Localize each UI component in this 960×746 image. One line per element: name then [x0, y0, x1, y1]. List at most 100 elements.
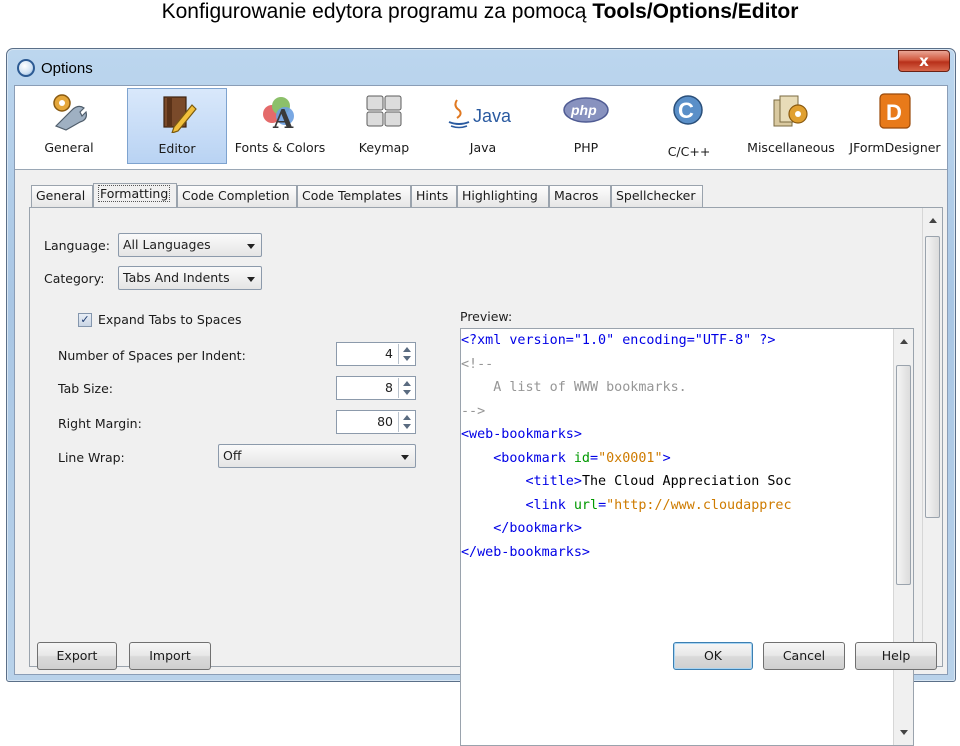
category-miscellaneous[interactable]: Miscellaneous [739, 88, 843, 164]
spinner-buttons[interactable] [398, 378, 414, 398]
category-fonts-colors[interactable]: A Fonts & Colors [229, 88, 331, 164]
miscellaneous-icon [773, 95, 808, 127]
import-button[interactable]: Import [129, 642, 211, 670]
tab-spellchecker[interactable]: Spellchecker [611, 185, 703, 207]
category-keymap[interactable]: Keymap [339, 88, 429, 164]
code-token: </web-bookmarks> [461, 544, 590, 560]
preview-label: Preview: [460, 309, 513, 324]
code-token: = [598, 497, 607, 513]
code-token: "0x0001" [598, 450, 663, 466]
right-margin-spinner[interactable]: 80 [336, 410, 416, 434]
formatting-panel: Language: All Languages Category: Tabs A… [29, 207, 943, 746]
java-logo-text: Java [473, 106, 512, 126]
category-editor[interactable]: Editor [127, 88, 227, 164]
expand-tabs-checkbox[interactable]: ✓ [78, 313, 92, 327]
export-button[interactable]: Export [37, 642, 117, 670]
tab-highlighting[interactable]: Highlighting [457, 185, 549, 207]
close-button[interactable]: x [898, 50, 950, 72]
spaces-per-indent-value: 4 [385, 346, 393, 361]
code-line: <bookmark id="0x0001"> [461, 447, 792, 471]
line-wrap-select[interactable]: Off [218, 444, 416, 468]
category-toolbar: General Editor A Fonts & Colors Keymap J… [15, 86, 947, 170]
category-select-value: Tabs And Indents [123, 270, 230, 285]
category-label: General [44, 140, 94, 155]
spinner-down-icon[interactable] [403, 356, 411, 361]
tab-formatting[interactable]: Formatting [93, 183, 177, 208]
code-token: --> [461, 403, 486, 419]
preview-code: <?xml version="1.0" encoding="UTF-8" ?> <… [461, 329, 792, 564]
help-button[interactable]: Help [855, 642, 937, 670]
spinner-up-icon[interactable] [403, 415, 411, 420]
code-line: <?xml version="1.0" encoding="UTF-8" ?> [461, 329, 792, 353]
spaces-per-indent-spinner[interactable]: 4 [336, 342, 416, 366]
svg-text:C: C [678, 98, 694, 123]
category-cpp[interactable]: C C/C++ [643, 88, 735, 164]
options-window-icon [17, 59, 35, 77]
options-window: Options x General Editor A Fonts & Color… [6, 48, 956, 746]
line-wrap-select-value: Off [223, 448, 242, 463]
spinner-buttons[interactable] [398, 412, 414, 432]
scroll-up-icon[interactable] [900, 339, 908, 344]
category-label: Fonts & Colors [234, 140, 326, 155]
preview-pane[interactable]: <?xml version="1.0" encoding="UTF-8" ?> <… [460, 328, 914, 746]
ok-button[interactable]: OK [673, 642, 753, 670]
tab-code-completion[interactable]: Code Completion [177, 185, 297, 207]
right-margin-value: 80 [377, 414, 393, 429]
spinner-down-icon[interactable] [403, 390, 411, 395]
category-label: Keymap [358, 140, 410, 155]
code-token: <web-bookmarks> [461, 427, 582, 442]
spinner-down-icon[interactable] [403, 424, 411, 429]
scroll-down-icon[interactable] [900, 730, 908, 735]
spinner-up-icon[interactable] [403, 381, 411, 386]
category-label: Miscellaneous [747, 140, 835, 155]
category-general[interactable]: General [21, 88, 117, 164]
code-line: </bookmark> [461, 517, 792, 541]
cancel-button[interactable]: Cancel [763, 642, 845, 670]
preview-scrollbar[interactable] [893, 329, 913, 745]
spaces-per-indent-label: Number of Spaces per Indent: [58, 348, 246, 363]
caption-bold: Tools/Options/Editor [592, 0, 799, 23]
code-line: <web-bookmarks> [461, 423, 792, 447]
category-java[interactable]: Java Java [435, 88, 531, 164]
category-php[interactable]: php PHP [541, 88, 631, 164]
tab-general[interactable]: General [31, 185, 93, 207]
code-token: <bookmark [493, 450, 574, 466]
keymap-keyboard-icon [366, 95, 402, 127]
code-line: <title>The Cloud Appreciation Soc [461, 470, 792, 494]
tab-hints[interactable]: Hints [411, 185, 457, 207]
cpp-logo-icon: C [673, 95, 703, 125]
category-select[interactable]: Tabs And Indents [118, 266, 262, 290]
panel-scroll-thumb[interactable] [925, 236, 940, 518]
code-token: "http://www.cloudapprec [606, 497, 792, 513]
expand-tabs-label: Expand Tabs to Spaces [98, 312, 242, 327]
category-label: Editor [158, 141, 196, 156]
general-tools-icon [53, 94, 87, 131]
php-logo-text: php [570, 102, 597, 118]
panel-scrollbar[interactable] [922, 208, 942, 666]
close-icon: x [919, 52, 929, 70]
language-select-value: All Languages [123, 237, 211, 252]
code-line: <link url="http://www.cloudapprec [461, 494, 792, 518]
preview-scroll-thumb[interactable] [896, 365, 911, 585]
spinner-buttons[interactable] [398, 344, 414, 364]
code-line: </web-bookmarks> [461, 541, 792, 565]
tab-code-templates[interactable]: Code Templates [297, 185, 411, 207]
category-jformdesigner[interactable]: D JFormDesigner [845, 88, 945, 164]
language-select[interactable]: All Languages [118, 233, 262, 257]
dialog-client: General Editor A Fonts & Colors Keymap J… [14, 85, 948, 746]
tab-size-spinner[interactable]: 8 [336, 376, 416, 400]
line-wrap-label: Line Wrap: [58, 450, 125, 465]
chevron-down-icon [401, 455, 409, 460]
title-bar[interactable]: Options x [7, 49, 955, 85]
tab-size-value: 8 [385, 380, 393, 395]
php-logo-icon: php [563, 97, 609, 123]
page-caption: Konfigurowanie edytora programu za pomoc… [0, 0, 960, 26]
category-label: Category: [44, 271, 105, 286]
language-label: Language: [44, 238, 110, 253]
chevron-down-icon [247, 277, 255, 282]
category-label: Java [469, 140, 497, 155]
category-label: PHP [573, 140, 599, 155]
spinner-up-icon[interactable] [403, 347, 411, 352]
tab-macros[interactable]: Macros [549, 185, 611, 207]
scroll-up-icon[interactable] [929, 218, 937, 223]
